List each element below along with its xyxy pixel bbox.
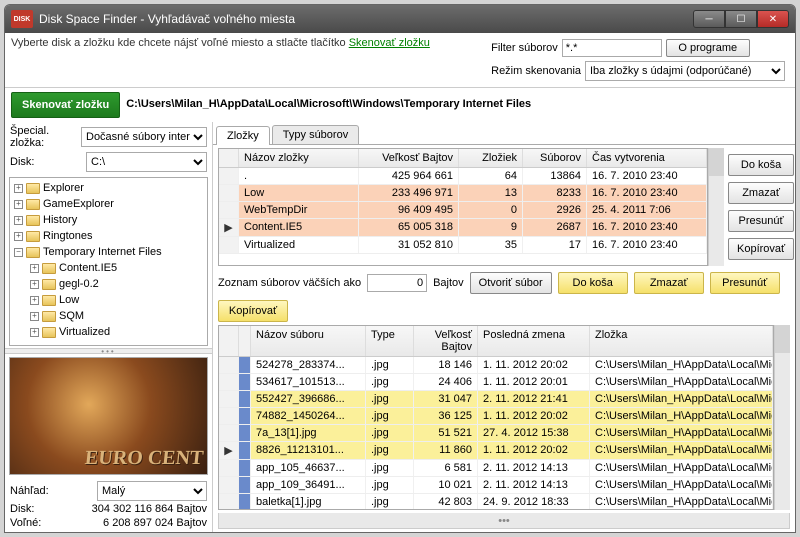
move-button[interactable]: Presunúť xyxy=(728,210,794,232)
folder-icon xyxy=(42,327,56,338)
disk-label: Disk: xyxy=(10,156,82,168)
col-file-name[interactable]: Názov súboru xyxy=(251,326,366,356)
copy-button[interactable]: Kopírovať xyxy=(728,238,794,260)
tab-types[interactable]: Typy súborov xyxy=(272,125,359,144)
col-file-type[interactable]: Type xyxy=(366,326,414,356)
free-label: Voľné: xyxy=(10,517,41,529)
table-row[interactable]: .425 964 661641386416. 7. 2010 23:40 xyxy=(219,168,707,185)
col-folder-name[interactable]: Názov zložky xyxy=(239,149,359,167)
preview-size-select[interactable]: Malý xyxy=(97,481,207,501)
table-row[interactable]: app_109_36491....jpg10 0212. 11. 2012 14… xyxy=(219,477,773,494)
folder-icon xyxy=(26,247,40,258)
scan-button[interactable]: Skenovať zložku xyxy=(11,92,120,118)
scan-link[interactable]: Skenovať zložku xyxy=(349,37,430,49)
instruction-text: Vyberte disk a zložku kde chcete nájsť v… xyxy=(11,37,479,49)
titlebar[interactable]: DISK Disk Space Finder - Vyhľadávač voľn… xyxy=(5,5,795,33)
special-select[interactable]: Dočasné súbory inter xyxy=(81,127,207,147)
tree-item[interactable]: −Temporary Internet Files xyxy=(14,244,207,260)
delete-button[interactable]: Zmazať xyxy=(728,182,794,204)
tree-item[interactable]: +GameExplorer xyxy=(14,196,207,212)
folder-tree[interactable]: +Explorer+GameExplorer+History+Ringtones… xyxy=(9,177,208,346)
tree-item[interactable]: +Low xyxy=(30,292,207,308)
folders-scrollbar[interactable] xyxy=(708,148,724,266)
col-folder-subcount[interactable]: Zložiek xyxy=(459,149,523,167)
disk-select[interactable]: C:\ xyxy=(86,152,207,172)
file-move-button[interactable]: Presunúť xyxy=(710,272,780,294)
open-file-button[interactable]: Otvoriť súbor xyxy=(470,272,552,294)
col-folder-created[interactable]: Čas vytvorenia xyxy=(587,149,707,167)
folder-icon xyxy=(26,231,40,242)
filter-label: Filter súborov xyxy=(491,42,558,54)
mode-select[interactable]: Iba zložky s údajmi (odporúčané) xyxy=(585,61,785,81)
disk-size-value: 304 302 116 864 Bajtov xyxy=(92,503,207,515)
folder-icon xyxy=(26,199,40,210)
filter-input[interactable] xyxy=(562,39,662,57)
table-row[interactable]: 534617_101513....jpg24 4061. 11. 2012 20… xyxy=(219,374,773,391)
app-icon: DISK xyxy=(11,10,33,28)
tree-item[interactable]: +Virtualized xyxy=(30,324,207,340)
folders-grid[interactable]: Názov zložky Veľkosť Bajtov Zložiek Súbo… xyxy=(218,148,708,266)
window-title: Disk Space Finder - Vyhľadávač voľného m… xyxy=(39,12,693,26)
tree-item[interactable]: +Ringtones xyxy=(14,228,207,244)
preview-image: EURO CENT xyxy=(9,357,208,475)
trash-button[interactable]: Do koša xyxy=(728,154,794,176)
col-folder-filecount[interactable]: Súborov xyxy=(523,149,587,167)
folder-icon xyxy=(26,183,40,194)
mode-label: Režim skenovania xyxy=(491,65,581,77)
close-button[interactable]: ✕ xyxy=(757,10,789,28)
col-file-modified[interactable]: Posledná zmena xyxy=(478,326,590,356)
files-scrollbar[interactable] xyxy=(774,325,790,510)
col-file-size[interactable]: Veľkosť Bajtov xyxy=(414,326,478,356)
free-value: 6 208 897 024 Bajtov xyxy=(103,517,207,529)
table-row[interactable]: 7a_13[1].jpg.jpg51 52127. 4. 2012 15:38C… xyxy=(219,425,773,442)
file-delete-button[interactable]: Zmazať xyxy=(634,272,704,294)
tree-item[interactable]: +Content.IE5 xyxy=(30,260,207,276)
app-window: DISK Disk Space Finder - Vyhľadávač voľn… xyxy=(4,4,796,533)
tree-item[interactable]: +History xyxy=(14,212,207,228)
files-hscrollbar[interactable]: ••• xyxy=(218,513,790,529)
tree-item[interactable]: +gegl-0.2 xyxy=(30,276,207,292)
folder-icon xyxy=(42,263,56,274)
folder-icon xyxy=(42,311,56,322)
special-label: Špecial. zložka: xyxy=(10,125,77,149)
file-trash-button[interactable]: Do koša xyxy=(558,272,628,294)
table-row[interactable]: Virtualized31 052 810351716. 7. 2010 23:… xyxy=(219,237,707,254)
table-row[interactable]: 524278_283374....jpg18 1461. 11. 2012 20… xyxy=(219,357,773,374)
table-row[interactable]: 74882_1450264....jpg36 1251. 11. 2012 20… xyxy=(219,408,773,425)
table-row[interactable]: WebTempDir96 409 4950292625. 4. 2011 7:0… xyxy=(219,202,707,219)
minimize-button[interactable]: ─ xyxy=(693,10,725,28)
splitter[interactable]: ••• xyxy=(5,348,212,354)
tab-folders[interactable]: Zložky xyxy=(216,126,270,145)
tree-item[interactable]: +Explorer xyxy=(14,180,207,196)
col-file-folder[interactable]: Zložka xyxy=(590,326,773,356)
table-row[interactable]: 552427_396686....jpg31 0472. 11. 2012 21… xyxy=(219,391,773,408)
size-threshold-input[interactable] xyxy=(367,274,427,292)
about-button[interactable]: O programe xyxy=(666,39,750,57)
file-copy-button[interactable]: Kopírovať xyxy=(218,300,288,322)
tree-item[interactable]: +SQM xyxy=(30,308,207,324)
folder-icon xyxy=(26,215,40,226)
disk-size-label: Disk: xyxy=(10,503,34,515)
table-row[interactable]: Low233 496 97113823316. 7. 2010 23:40 xyxy=(219,185,707,202)
table-row[interactable]: ▶8826_11213101....jpg11 8601. 11. 2012 2… xyxy=(219,442,773,460)
current-path: C:\Users\Milan_H\AppData\Local\Microsoft… xyxy=(126,98,789,111)
files-grid[interactable]: Názov súboru Type Veľkosť Bajtov Posledn… xyxy=(218,325,774,510)
maximize-button[interactable]: ☐ xyxy=(725,10,757,28)
folder-icon xyxy=(42,279,56,290)
col-folder-size[interactable]: Veľkosť Bajtov xyxy=(359,149,459,167)
table-row[interactable]: baletka[1].jpg.jpg42 80324. 9. 2012 18:3… xyxy=(219,494,773,510)
folder-icon xyxy=(42,295,56,306)
files-larger-label: Zoznam súborov väčších ako xyxy=(218,277,361,289)
preview-size-label: Náhľad: xyxy=(10,485,49,497)
bytes-label: Bajtov xyxy=(433,277,464,289)
table-row[interactable]: ▶Content.IE565 005 3189268716. 7. 2010 2… xyxy=(219,219,707,237)
table-row[interactable]: app_105_46637....jpg6 5812. 11. 2012 14:… xyxy=(219,460,773,477)
